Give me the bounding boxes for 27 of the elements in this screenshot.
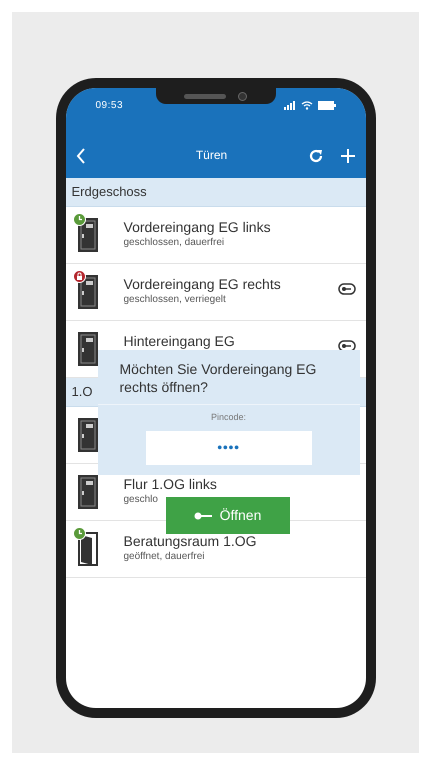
wifi-icon bbox=[300, 100, 312, 110]
door-name: Flur 1.OG links bbox=[124, 475, 218, 493]
refresh-icon[interactable] bbox=[308, 148, 324, 164]
speaker-grille bbox=[184, 94, 226, 98]
door-status: geöffnet, dauerfrei bbox=[124, 550, 206, 564]
dialog-message: Möchten Sie Vordereingang EG rechts öffnen? bbox=[98, 350, 360, 405]
section-title: 1.O bbox=[72, 383, 92, 402]
door-name: Vordereingang EG links bbox=[124, 218, 272, 236]
door-status: geschlo bbox=[124, 493, 159, 507]
battery-icon bbox=[318, 100, 336, 110]
add-icon[interactable] bbox=[340, 148, 356, 164]
key-icon[interactable] bbox=[338, 283, 356, 295]
camera-lens bbox=[238, 92, 247, 100]
door-status: geschlossen, dauerfrei bbox=[124, 236, 226, 250]
door-name: Vordereingang EG rechts bbox=[124, 275, 282, 293]
pin-field[interactable]: •••• bbox=[146, 430, 312, 464]
door-name: Hintereingang EG bbox=[124, 332, 236, 350]
key-icon[interactable] bbox=[338, 340, 356, 352]
signal-icon bbox=[284, 100, 296, 110]
door-status: geschlossen, verriegelt bbox=[124, 293, 227, 307]
door-name: Beratungsraum 1.OG bbox=[124, 532, 258, 550]
section-title: Erdgeschoss bbox=[72, 183, 147, 202]
key-icon bbox=[194, 512, 212, 520]
pin-label: Pincode: bbox=[210, 411, 248, 424]
back-icon[interactable] bbox=[76, 148, 86, 164]
status-time: 09:53 bbox=[96, 98, 124, 112]
screen-title: Türen bbox=[194, 147, 228, 164]
